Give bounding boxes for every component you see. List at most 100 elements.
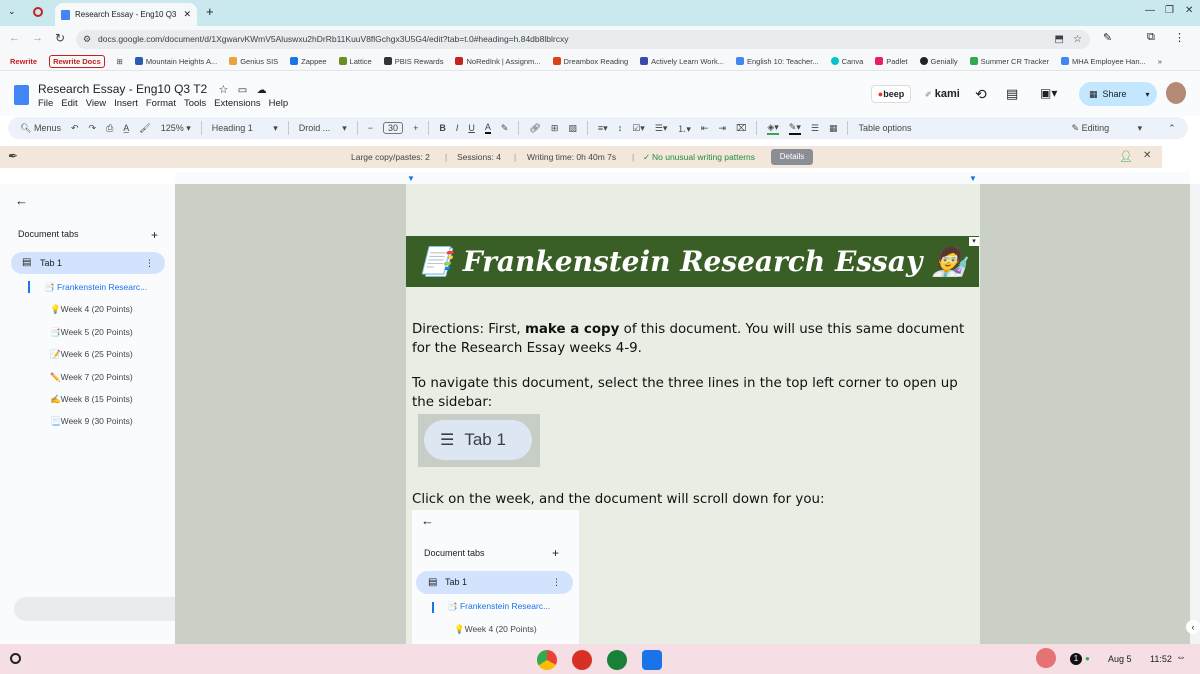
sidebar-tab-1[interactable]: ▤ Tab 1 ⋮ xyxy=(11,252,165,274)
sidebar-screenshot-image[interactable]: ← Document tabs + ▤ Tab 1 ⋮ 📑 Frankenste… xyxy=(412,510,579,644)
paint-format-icon[interactable]: 🖌︎ xyxy=(139,123,150,134)
install-icon[interactable]: ⬒ xyxy=(1055,30,1064,49)
record-icon[interactable] xyxy=(33,7,43,17)
share-button[interactable]: ▦ Share ▾ xyxy=(1079,82,1157,106)
clear-formatting-icon[interactable]: ⌧ xyxy=(736,123,746,134)
search-menus-button[interactable]: 🔍︎ Menus xyxy=(20,123,61,134)
bold-icon[interactable]: B xyxy=(439,123,446,133)
back-arrow-icon[interactable]: ← xyxy=(15,193,28,208)
bookmark-item[interactable]: PBIS Rewards xyxy=(383,57,443,66)
directions-paragraph[interactable]: Directions: First, make a copy of this d… xyxy=(412,320,972,358)
bookmark-star-icon[interactable]: ☆ xyxy=(1073,30,1082,49)
outline-item-title[interactable]: 📑 Frankenstein Researc... xyxy=(44,282,147,293)
decrease-indent-icon[interactable]: ⇤ xyxy=(701,123,709,134)
font-select[interactable]: Droid ... ▾ xyxy=(299,123,347,134)
font-size-input[interactable]: 30 xyxy=(383,122,404,134)
outline-item-week-4[interactable]: 💡Week 4 (20 Points) xyxy=(50,304,133,315)
minimize-icon[interactable]: — xyxy=(1145,5,1155,16)
text-color-icon[interactable]: A xyxy=(484,122,491,134)
forward-icon[interactable]: → xyxy=(32,32,43,44)
tray-app-icon[interactable] xyxy=(1036,648,1056,668)
tab-options-icon[interactable]: ⋮ xyxy=(145,252,154,274)
bulleted-list-icon[interactable]: ☰▾ xyxy=(655,123,668,134)
navigate-paragraph[interactable]: To navigate this document, select the th… xyxy=(412,374,972,412)
menu-file[interactable]: File xyxy=(38,98,53,109)
style-select[interactable]: Heading 1 ▾ xyxy=(212,123,278,134)
add-tab-button[interactable]: + xyxy=(151,228,158,242)
launcher-icon[interactable] xyxy=(10,653,21,664)
status-area-icon[interactable]: ⇔ xyxy=(1176,652,1186,663)
star-icon[interactable]: ☆ xyxy=(219,84,229,96)
editing-mode-select[interactable]: ✎ Editing ▾ xyxy=(1072,123,1143,134)
link-icon[interactable]: 🔗︎ xyxy=(529,123,540,134)
date-label[interactable]: Aug 5 xyxy=(1108,654,1132,664)
site-info-icon[interactable]: ⚙ xyxy=(83,30,91,49)
details-button[interactable]: Details xyxy=(771,149,813,165)
document-title[interactable]: Research Essay - Eng10 Q3 T2 ☆ ▭ ☁ xyxy=(38,82,267,96)
bookmark-item[interactable]: English 10: Teacher... xyxy=(735,57,819,66)
version-history-icon[interactable]: ⟲ xyxy=(975,86,987,103)
line-spacing-icon[interactable]: ↕ xyxy=(618,123,623,133)
bookmark-item[interactable]: Padlet xyxy=(875,57,908,66)
time-label[interactable]: 11:52 xyxy=(1150,654,1172,664)
border-color-icon[interactable]: ✎▾ xyxy=(788,122,801,135)
menu-tools[interactable]: Tools xyxy=(184,98,206,109)
outline-item-week-7[interactable]: ✏️Week 7 (20 Points) xyxy=(50,372,133,383)
avatar[interactable] xyxy=(1166,82,1186,104)
close-window-icon[interactable]: ✕ xyxy=(1185,5,1193,16)
back-icon[interactable]: ← xyxy=(9,32,20,44)
align-icon[interactable]: ≡▾ xyxy=(598,123,608,134)
restore-icon[interactable]: ❐ xyxy=(1165,5,1174,16)
outline-item-week-8[interactable]: ✍️Week 8 (15 Points) xyxy=(50,394,133,405)
bookmarks-overflow-button[interactable]: » xyxy=(1158,57,1162,66)
extensions-icon[interactable]: ⧉ xyxy=(1147,31,1155,44)
right-indent-icon[interactable]: ▼ xyxy=(969,174,977,183)
bookmark-item[interactable]: Zappee xyxy=(290,57,327,66)
reload-icon[interactable]: ↻ xyxy=(55,31,65,45)
cell-fill-icon[interactable]: ◈▾ xyxy=(767,122,779,135)
zoom-select[interactable]: 125% ▾ xyxy=(161,123,191,134)
bookmark-item[interactable]: Mountain Heights A... xyxy=(134,57,217,66)
outline-item-week-9[interactable]: 📃Week 9 (30 Points) xyxy=(50,416,133,427)
numbered-list-icon[interactable]: ⒈▾ xyxy=(677,122,691,135)
click-week-paragraph[interactable]: Click on the week, and the document will… xyxy=(412,490,972,509)
menu-view[interactable]: View xyxy=(86,98,106,109)
app-icon[interactable] xyxy=(572,650,592,670)
undo-icon[interactable]: ↶ xyxy=(71,123,79,134)
new-tab-button[interactable]: + xyxy=(206,4,214,19)
bookmark-item[interactable]: MHA Employee Han... xyxy=(1060,57,1146,66)
increase-font-size-icon[interactable]: + xyxy=(413,123,418,133)
outline-item-week-6[interactable]: 📝Week 6 (25 Points) xyxy=(50,349,133,360)
table-options-button[interactable]: Table options xyxy=(858,123,911,133)
comments-icon[interactable]: ▤ xyxy=(1006,86,1018,102)
collapse-toolbar-icon[interactable]: ⌃ xyxy=(1168,123,1176,134)
tab-search-icon[interactable]: ⌄ xyxy=(8,6,16,17)
menu-insert[interactable]: Insert xyxy=(114,98,138,109)
checklist-icon[interactable]: ☑▾ xyxy=(632,123,645,134)
scrollbar[interactable] xyxy=(1190,184,1200,644)
explore-chevron-icon[interactable]: ‹ xyxy=(1186,620,1200,634)
move-folder-icon[interactable]: ▭ xyxy=(238,85,247,96)
table-dropdown-icon[interactable]: ▾ xyxy=(969,237,979,246)
bookmark-item[interactable]: NoRedInk | Assignm... xyxy=(455,57,541,66)
address-bar[interactable]: ⚙ docs.google.com/document/d/1XgwarvKWmV… xyxy=(76,30,1090,49)
bookmark-item[interactable]: Actively Learn Work... xyxy=(640,57,724,66)
outline-item-week-5[interactable]: 📑Week 5 (20 Points) xyxy=(50,327,133,338)
close-bar-icon[interactable]: ✕ xyxy=(1143,150,1151,161)
menu-edit[interactable]: Edit xyxy=(61,98,77,109)
highlight-icon[interactable]: ✎ xyxy=(501,123,509,134)
chrome-icon[interactable] xyxy=(537,650,557,670)
menu-help[interactable]: Help xyxy=(269,98,289,109)
files-icon[interactable] xyxy=(642,650,662,670)
left-indent-icon[interactable]: ▼ xyxy=(407,174,415,183)
docs-logo-icon[interactable] xyxy=(14,85,29,105)
browser-menu-icon[interactable]: ⋮ xyxy=(1174,31,1185,44)
meet-icon[interactable]: ▣▾ xyxy=(1040,86,1057,100)
add-comment-icon[interactable]: ⊞ xyxy=(551,123,559,134)
bookmark-item[interactable]: Dreambox Reading xyxy=(552,57,628,66)
menu-extensions[interactable]: Extensions xyxy=(214,98,260,109)
tab-1-screenshot-image[interactable]: ☰ Tab 1 xyxy=(418,414,540,467)
bookmark-item[interactable]: Genius SIS xyxy=(229,57,278,66)
bookmark-rewrite-docs[interactable]: Rewrite Docs xyxy=(49,54,105,68)
menu-format[interactable]: Format xyxy=(146,98,176,109)
